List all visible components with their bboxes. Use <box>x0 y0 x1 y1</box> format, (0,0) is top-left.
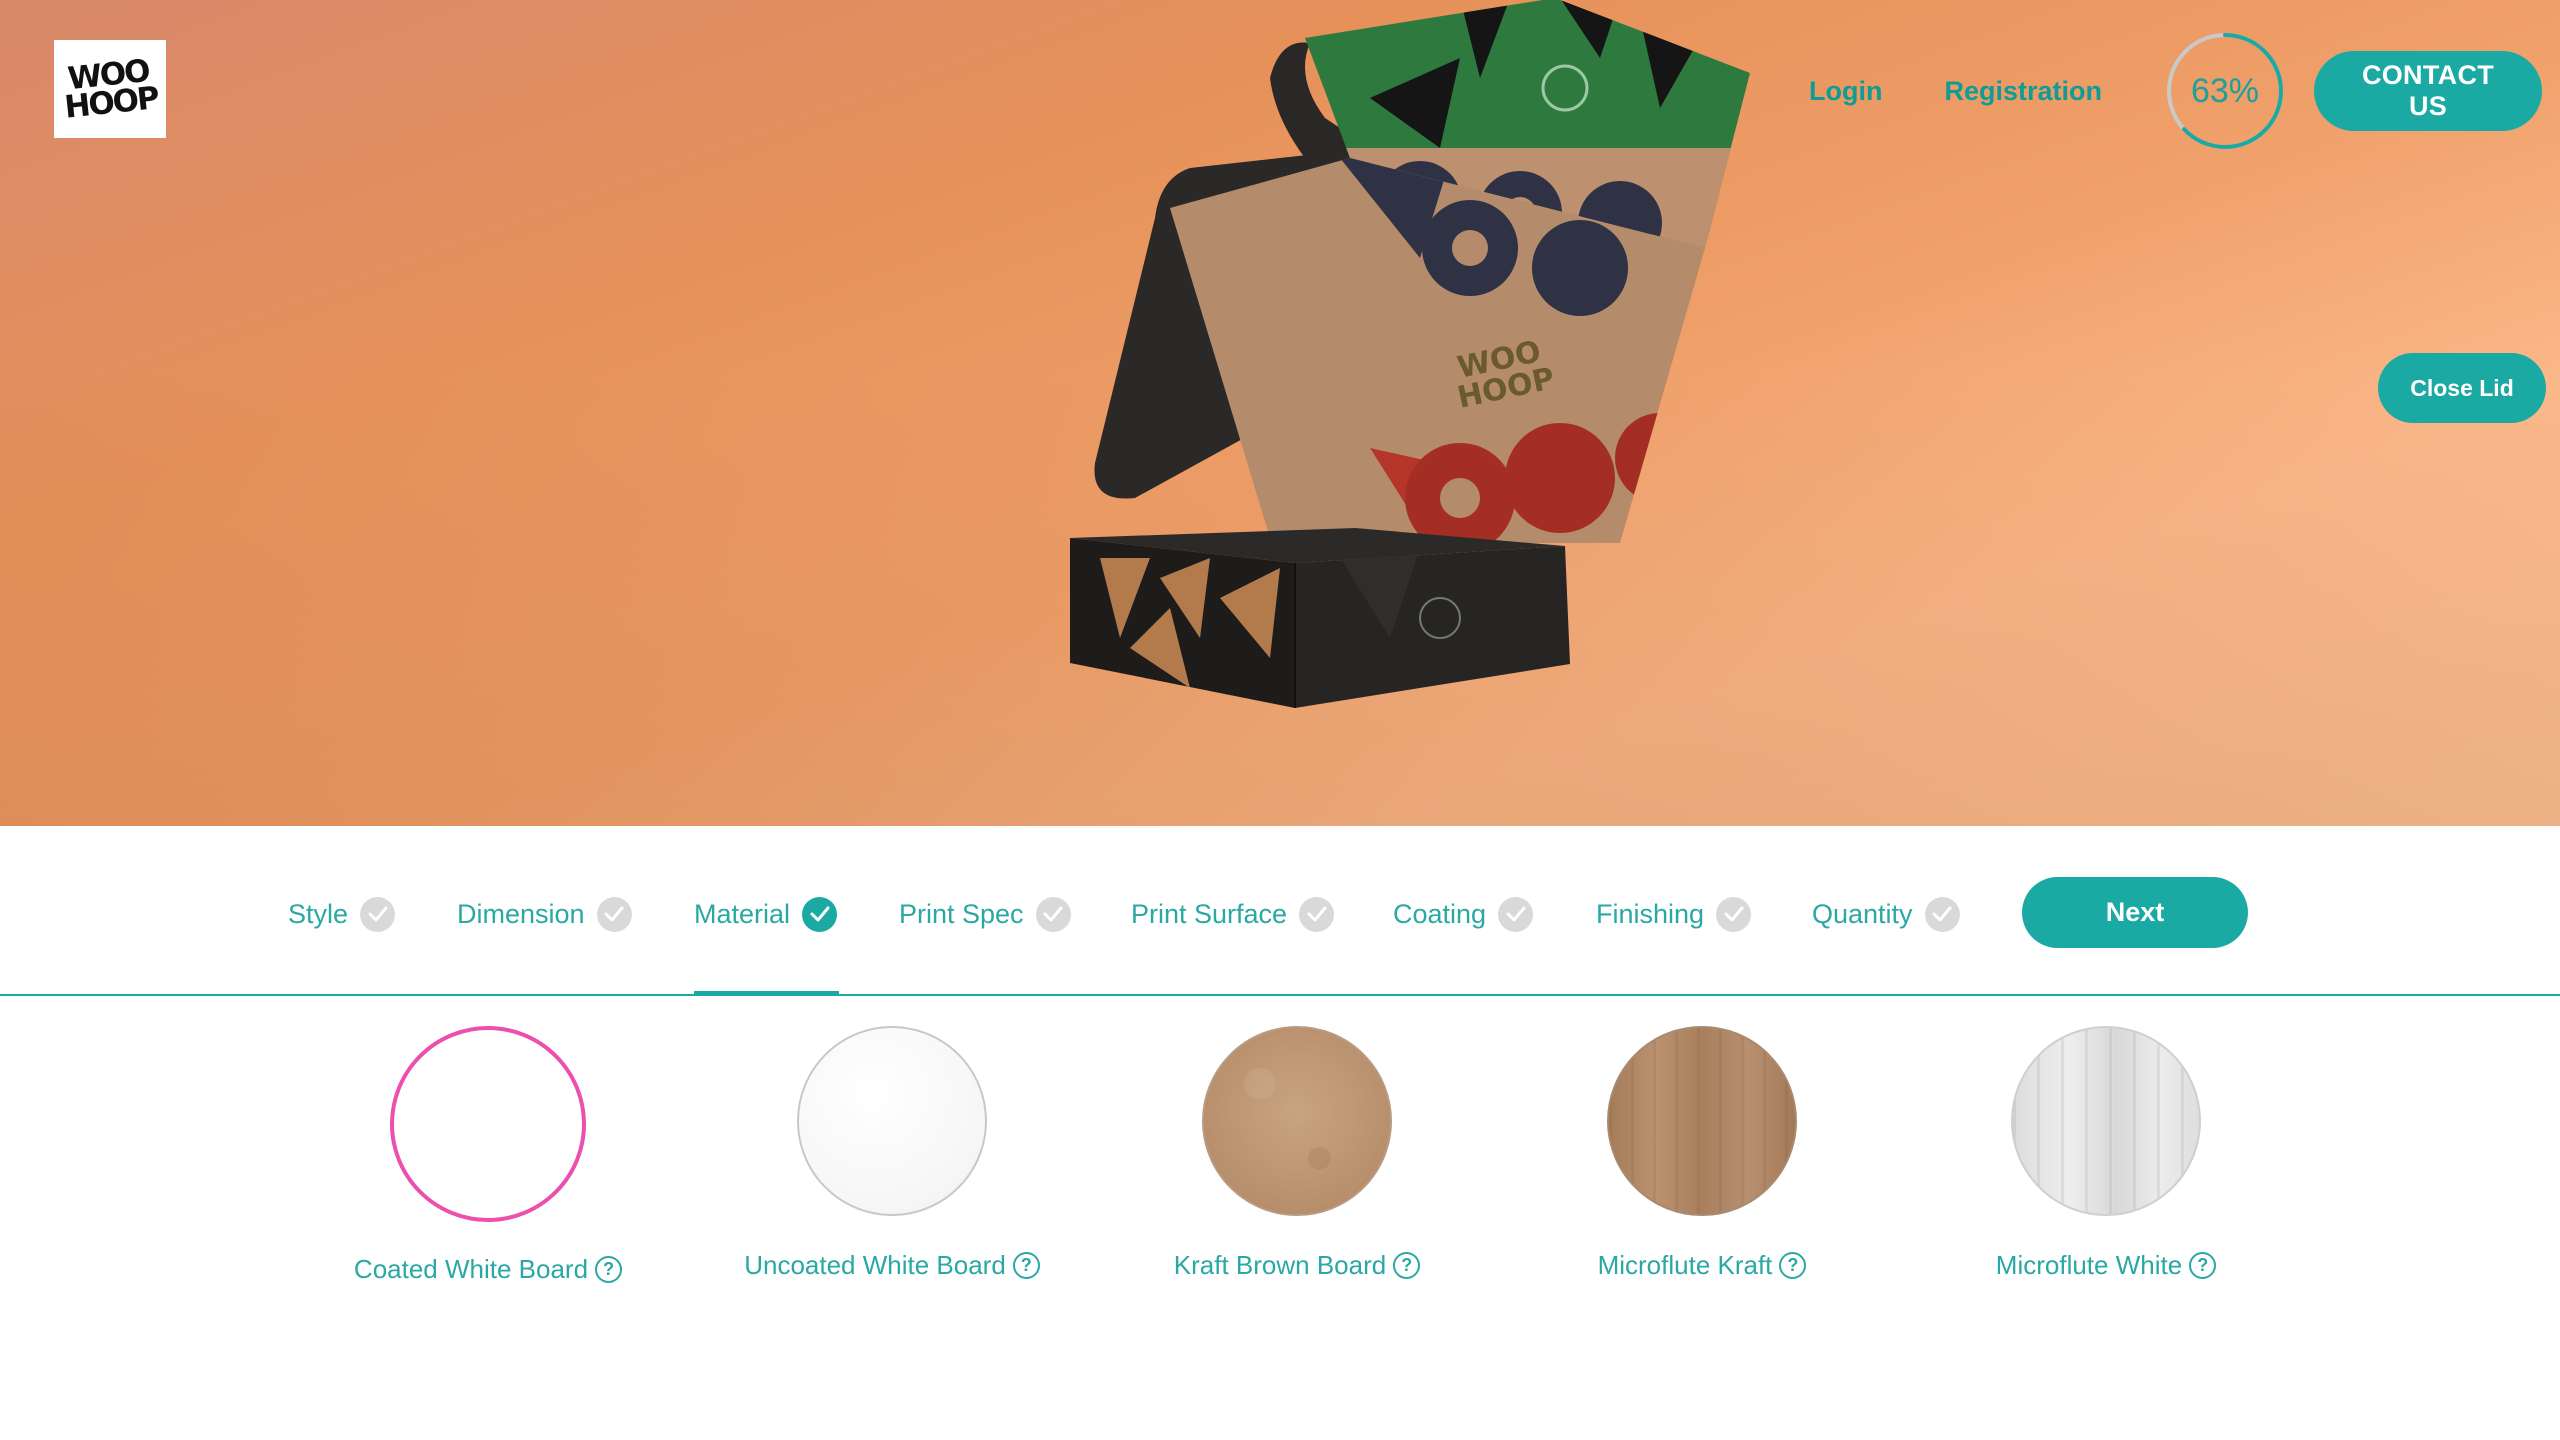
progress-indicator: 63% <box>2164 30 2286 152</box>
step-label: Print Spec <box>899 898 1024 929</box>
check-icon <box>596 896 632 932</box>
check-icon <box>1498 896 1534 932</box>
material-uncoated-white-board[interactable]: Uncoated White Board ? <box>722 1026 1062 1281</box>
material-microflute-kraft[interactable]: Microflute Kraft ? <box>1532 1026 1872 1281</box>
material-label: Kraft Brown Board <box>1173 1250 1387 1280</box>
material-kraft-brown-board[interactable]: Kraft Brown Board ? <box>1127 1026 1467 1281</box>
step-label: Finishing <box>1596 898 1705 929</box>
question-circle-icon[interactable]: ? <box>595 1256 623 1283</box>
brand-logo[interactable]: WOO HOOP <box>54 40 166 138</box>
material-label: Microflute White <box>1995 1250 2183 1280</box>
contact-us-button[interactable]: CONTACT US <box>2314 51 2542 131</box>
check-icon <box>1924 896 1960 932</box>
brand-logo-text: WOO HOOP <box>63 52 160 126</box>
material-label-row: Microflute Kraft ? <box>1598 1250 1807 1281</box>
material-coated-white-board[interactable]: Coated White Board ? <box>318 1026 658 1285</box>
check-icon <box>1035 896 1071 932</box>
top-nav: Login Registration 63% CONTACT US <box>1809 30 2542 152</box>
question-circle-icon[interactable]: ? <box>1393 1252 1421 1279</box>
hero-3d-viewer[interactable]: WOO HOOP Login Registration 63% CONTACT … <box>0 0 2560 826</box>
login-link[interactable]: Login <box>1809 76 1882 107</box>
material-label-row: Kraft Brown Board ? <box>1173 1250 1421 1281</box>
step-finishing[interactable]: Finishing <box>1596 892 1752 936</box>
step-label: Dimension <box>457 898 585 929</box>
material-swatch[interactable] <box>2011 1026 2201 1216</box>
step-coating[interactable]: Coating <box>1393 892 1534 936</box>
check-icon <box>360 896 396 932</box>
material-microflute-white[interactable]: Microflute White ? <box>1936 1026 2276 1281</box>
close-lid-button[interactable]: Close Lid <box>2378 353 2546 423</box>
question-circle-icon[interactable]: ? <box>2189 1252 2217 1279</box>
next-button[interactable]: Next <box>2022 877 2248 948</box>
material-swatch[interactable] <box>390 1026 586 1222</box>
material-label-row: Coated White Board ? <box>353 1254 623 1285</box>
step-print-spec[interactable]: Print Spec <box>899 892 1071 936</box>
material-swatch[interactable] <box>1607 1026 1797 1216</box>
step-style[interactable]: Style <box>288 892 396 936</box>
material-label: Uncoated White Board <box>744 1250 1006 1280</box>
material-options: Coated White Board ? Uncoated White Boar… <box>0 998 2560 1440</box>
step-label: Quantity <box>1812 898 1913 929</box>
config-steps-bar: Style Dimension Material Print Spec Prin… <box>0 826 2560 996</box>
material-label-row: Uncoated White Board ? <box>744 1250 1040 1281</box>
active-step-underline <box>694 991 839 995</box>
material-label-row: Microflute White ? <box>1995 1250 2217 1281</box>
material-label: Coated White Board <box>353 1254 589 1284</box>
step-label: Style <box>288 898 349 929</box>
step-dimension[interactable]: Dimension <box>457 892 632 936</box>
step-label: Material <box>694 898 791 929</box>
check-icon <box>1299 896 1335 932</box>
question-circle-icon[interactable]: ? <box>1012 1252 1040 1279</box>
step-material[interactable]: Material <box>694 892 838 936</box>
material-label: Microflute Kraft <box>1597 1250 1773 1280</box>
check-icon <box>802 896 838 932</box>
step-print-surface[interactable]: Print Surface <box>1131 892 1335 936</box>
check-icon <box>1716 896 1752 932</box>
material-swatch[interactable] <box>797 1026 987 1216</box>
step-label: Print Surface <box>1131 898 1288 929</box>
progress-percent: 63% <box>2190 71 2260 110</box>
box-3d-render[interactable]: WOO HOOP <box>1040 0 1770 718</box>
material-swatch[interactable] <box>1202 1026 1392 1216</box>
registration-link[interactable]: Registration <box>1944 76 2102 107</box>
step-label: Coating <box>1393 898 1487 929</box>
step-quantity[interactable]: Quantity <box>1812 892 1960 936</box>
question-circle-icon[interactable]: ? <box>1779 1252 1807 1279</box>
